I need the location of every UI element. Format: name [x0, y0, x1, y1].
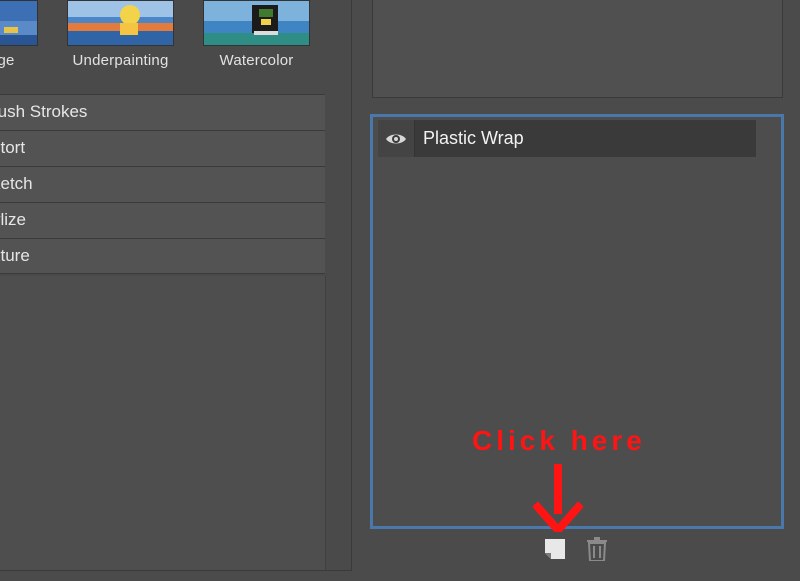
category-label: xture	[0, 246, 30, 265]
thumbnail-partial[interactable]	[0, 0, 38, 46]
new-effect-layer-button[interactable]	[545, 539, 565, 564]
thumbnail-label: Underpainting	[72, 52, 169, 69]
delete-effect-layer-button[interactable]	[586, 537, 608, 566]
thumbnail-label: ge	[0, 52, 15, 69]
category-label: rush Strokes	[0, 102, 88, 121]
category-label: stort	[0, 138, 26, 157]
eye-icon	[386, 134, 406, 143]
category-list-empty-area	[0, 276, 326, 570]
category-texture[interactable]: xture	[0, 238, 325, 274]
filter-settings-box	[372, 0, 783, 98]
thumbnail-image	[0, 1, 37, 45]
filter-gallery-panel: ge Underpainting Watercolor rush Strokes…	[0, 0, 352, 571]
effect-layer-row[interactable]: Plastic Wrap	[378, 120, 756, 157]
category-brush-strokes[interactable]: rush Strokes	[0, 94, 325, 130]
category-sketch[interactable]: ketch	[0, 166, 325, 202]
category-stylize[interactable]: ylize	[0, 202, 325, 238]
red-arrow-icon	[533, 464, 583, 532]
filter-category-list: rush Strokes stort ketch ylize xture	[0, 94, 325, 274]
category-label: ketch	[0, 174, 33, 193]
thumbnail-underpainting[interactable]	[67, 0, 174, 46]
trash-icon	[587, 537, 607, 562]
thumbnail-image	[204, 1, 309, 45]
thumbnail-label: Watercolor	[219, 52, 294, 69]
thumbnail-watercolor[interactable]	[203, 0, 310, 46]
click-here-annotation: Click here	[472, 425, 646, 456]
new-layer-icon	[545, 539, 565, 559]
effect-layer-name: Plastic Wrap	[423, 128, 524, 148]
category-distort[interactable]: stort	[0, 130, 325, 166]
visibility-toggle[interactable]	[378, 120, 415, 157]
category-label: ylize	[0, 210, 27, 229]
thumbnail-image	[68, 1, 173, 45]
